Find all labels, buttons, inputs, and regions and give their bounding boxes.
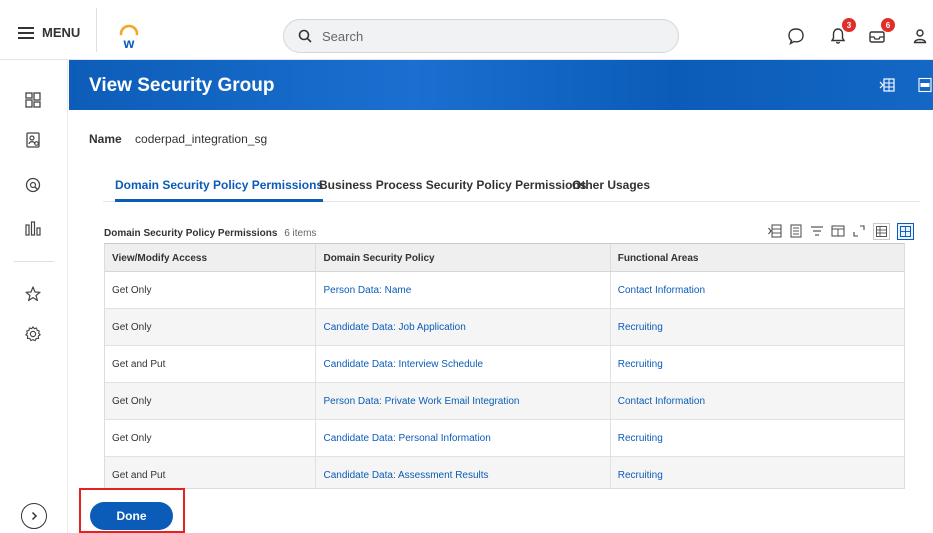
functional-area-link[interactable]: Recruiting	[611, 420, 904, 456]
topbar-divider	[96, 8, 97, 52]
policy-link[interactable]: Person Data: Private Work Email Integrat…	[316, 383, 611, 419]
workday-logo[interactable]: w	[116, 24, 142, 50]
directory-icon[interactable]	[24, 131, 42, 149]
table-header: View/Modify Access Domain Security Polic…	[105, 244, 904, 272]
grid-toolbar	[768, 222, 914, 240]
tab-business-process-security-policy-permissions[interactable]: Business Process Security Policy Permiss…	[319, 178, 586, 202]
rail-divider	[14, 261, 54, 262]
table-row: Get Only Person Data: Private Work Email…	[105, 383, 904, 420]
columns-icon[interactable]	[789, 224, 803, 238]
left-rail	[0, 60, 68, 533]
table-row: Get Only Candidate Data: Personal Inform…	[105, 420, 904, 457]
grid-icon	[900, 225, 911, 237]
notifications-badge: 3	[842, 18, 856, 32]
profile-icon[interactable]	[910, 26, 930, 46]
tab-bar: Domain Security Policy Permissions Busin…	[103, 174, 920, 202]
reports-chart-icon[interactable]	[24, 219, 42, 237]
permissions-table: View/Modify Access Domain Security Polic…	[104, 243, 905, 489]
explore-icon[interactable]	[24, 176, 42, 194]
expand-sidebar-button[interactable]	[21, 503, 47, 529]
table-view-icon[interactable]	[831, 224, 845, 238]
functional-area-link[interactable]: Contact Information	[611, 383, 904, 419]
search-input[interactable]	[322, 28, 622, 44]
menu-button[interactable]: MENU	[18, 25, 80, 40]
name-value: coderpad_integration_sg	[135, 132, 268, 146]
column-header-functional-areas[interactable]: Functional Areas	[611, 244, 904, 271]
export-pdf-icon[interactable]	[917, 77, 933, 93]
policy-link[interactable]: Candidate Data: Interview Schedule	[316, 346, 611, 382]
policy-link[interactable]: Candidate Data: Assessment Results	[316, 457, 611, 488]
hamburger-icon	[18, 26, 34, 39]
table-view-toggle[interactable]	[897, 222, 914, 240]
done-button[interactable]: Done	[90, 502, 173, 530]
functional-area-link[interactable]: Contact Information	[611, 272, 904, 308]
fullscreen-icon[interactable]	[852, 224, 866, 238]
top-bar: MENU w 3 6	[0, 0, 933, 60]
access-cell: Get Only	[105, 309, 317, 345]
inbox-badge: 6	[881, 18, 895, 32]
policy-link[interactable]: Candidate Data: Job Application	[316, 309, 611, 345]
tab-other-usages[interactable]: Other Usages	[572, 178, 650, 202]
grid-view-toggle[interactable]	[873, 222, 890, 240]
access-cell: Get and Put	[105, 346, 317, 382]
name-label: Name	[89, 132, 122, 146]
functional-area-link[interactable]: Recruiting	[611, 346, 904, 382]
chat-icon[interactable]	[786, 26, 806, 46]
table-row: Get Only Candidate Data: Job Application…	[105, 309, 904, 346]
grid-title-text: Domain Security Policy Permissions	[104, 228, 278, 239]
export-excel-icon[interactable]	[768, 224, 782, 238]
tab-domain-security-policy-permissions[interactable]: Domain Security Policy Permissions	[115, 178, 324, 202]
search-bar[interactable]	[283, 19, 679, 53]
access-cell: Get and Put	[105, 457, 317, 488]
search-icon	[298, 29, 312, 43]
column-header-view-modify-access[interactable]: View/Modify Access	[105, 244, 317, 271]
apps-grid-icon[interactable]	[24, 91, 42, 109]
filter-icon[interactable]	[810, 224, 824, 238]
policy-link[interactable]: Person Data: Name	[316, 272, 611, 308]
export-excel-icon[interactable]	[879, 77, 895, 93]
inbox-button[interactable]: 6	[867, 18, 895, 46]
svg-text:w: w	[123, 35, 135, 50]
functional-area-link[interactable]: Recruiting	[611, 309, 904, 345]
access-cell: Get Only	[105, 420, 317, 456]
functional-area-link[interactable]: Recruiting	[611, 457, 904, 488]
chevron-right-icon	[31, 511, 38, 521]
table-row: Get Only Person Data: Name Contact Infor…	[105, 272, 904, 309]
column-header-domain-security-policy[interactable]: Domain Security Policy	[316, 244, 611, 271]
star-icon[interactable]	[24, 285, 42, 303]
access-cell: Get Only	[105, 383, 317, 419]
grid-title: Domain Security Policy Permissions 6 ite…	[104, 228, 316, 239]
grid-item-count: 6 items	[284, 228, 317, 239]
gear-icon[interactable]	[24, 325, 42, 343]
table-row: Get and Put Candidate Data: Interview Sc…	[105, 346, 904, 383]
page-header: View Security Group	[69, 60, 933, 110]
menu-label: MENU	[42, 25, 81, 40]
name-field: Name coderpad_integration_sg	[89, 132, 267, 146]
page-title: View Security Group	[89, 75, 275, 96]
access-cell: Get Only	[105, 272, 317, 308]
notifications-button[interactable]: 3	[828, 18, 856, 46]
list-grid-icon	[876, 225, 887, 237]
policy-link[interactable]: Candidate Data: Personal Information	[316, 420, 611, 456]
table-row: Get and Put Candidate Data: Assessment R…	[105, 457, 904, 488]
